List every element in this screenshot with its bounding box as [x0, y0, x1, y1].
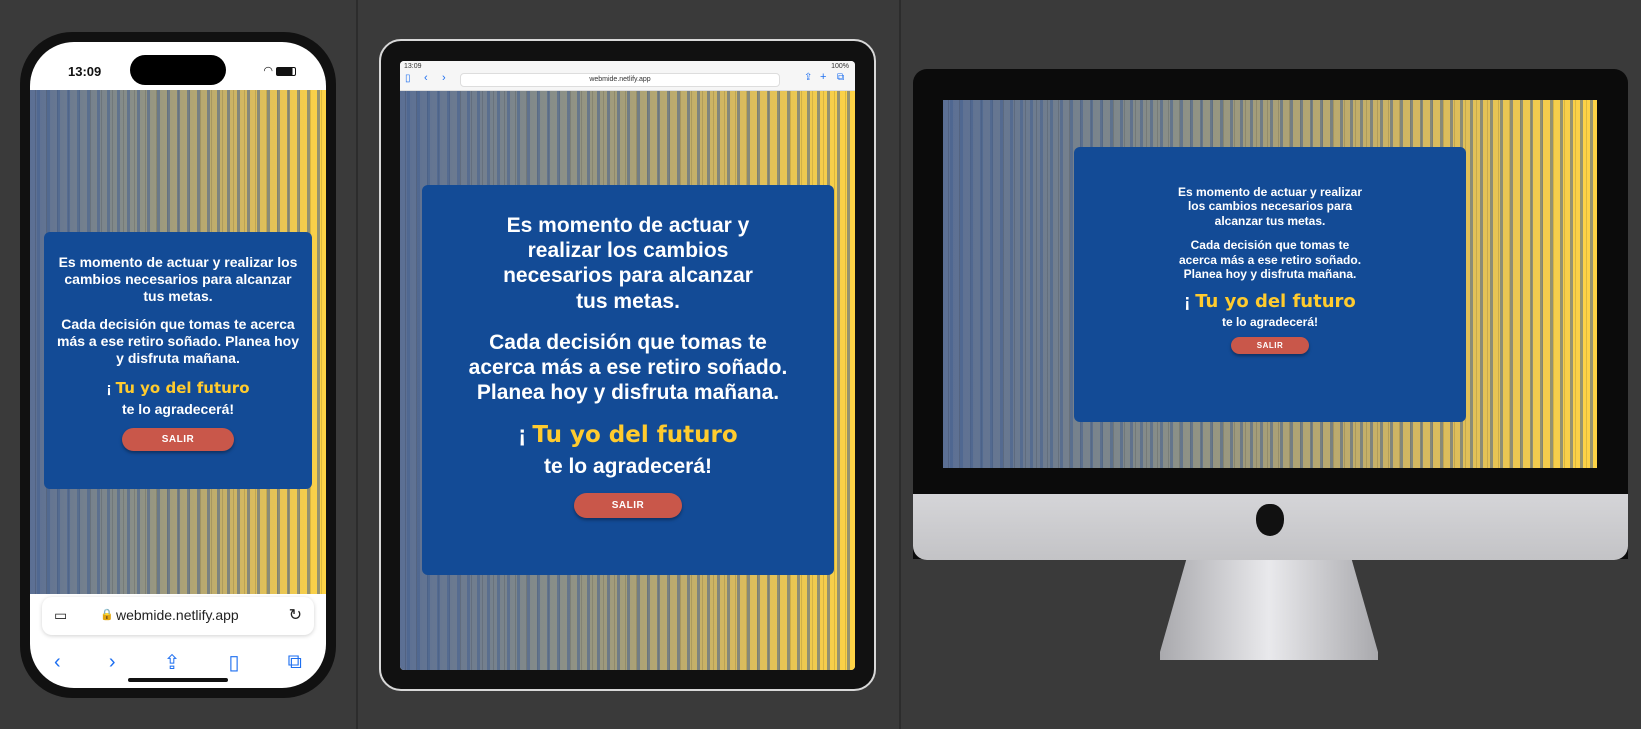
message-line-1: Es momento de actuar y realizar los camb…: [503, 214, 753, 313]
tablet-browser-bar: 13:09 100% ▯ ‹ › webmide.netlify.app ⇪ +…: [400, 61, 855, 91]
exclaim-mark: ¡: [518, 421, 527, 448]
web-viewport: Es momento de actuar y realizar los camb…: [30, 90, 326, 594]
home-indicator: [128, 678, 228, 682]
thanks-text: te lo agradecerá!: [1221, 314, 1319, 329]
web-viewport: Es momento de actuar y realizar los camb…: [943, 100, 1597, 468]
message-card: Es momento de actuar y realizar los camb…: [44, 232, 312, 489]
web-viewport: Es momento de actuar y realizar los camb…: [400, 91, 855, 670]
lock-icon: 🔒: [100, 609, 114, 621]
forward-icon[interactable]: ›: [442, 72, 446, 84]
url-text: webmide.netlify.app: [116, 607, 239, 623]
future-self-heading: Tu yo del futuro: [532, 422, 738, 449]
status-time: 13:09: [68, 64, 102, 79]
wifi-icon: ◠: [263, 65, 273, 77]
future-self-heading: Tu yo del futuro: [1195, 291, 1356, 313]
monitor-stand: [1160, 560, 1378, 660]
message-line-1: Es momento de actuar y realizar los camb…: [58, 254, 298, 304]
phone-screen: 13:09 ◠ Es momento de actuar y realizar …: [30, 42, 326, 688]
message-card: Es momento de actuar y realizar los camb…: [1074, 147, 1466, 422]
message-line-2: Cada decisión que tomas te acerca más a …: [57, 316, 299, 366]
browser-toolbar: ‹ › ⇪ ▯ ⧉: [30, 642, 326, 682]
panel-divider: [899, 0, 901, 729]
reader-icon[interactable]: ▭: [54, 607, 67, 624]
forward-icon[interactable]: ›: [109, 651, 116, 674]
tablet-address-field[interactable]: webmide.netlify.app: [460, 73, 780, 87]
status-icons: ◠: [263, 64, 296, 77]
tablet-screen: 13:09 100% ▯ ‹ › webmide.netlify.app ⇪ +…: [400, 61, 855, 670]
back-icon[interactable]: ‹: [424, 72, 428, 84]
exit-button[interactable]: SALIR: [1230, 337, 1310, 355]
thanks-text: te lo agradecerá!: [121, 400, 235, 417]
share-icon[interactable]: ⇪: [804, 72, 812, 83]
tablet-battery-text: 100%: [831, 63, 849, 70]
back-icon[interactable]: ‹: [54, 651, 61, 674]
message-card: Es momento de actuar y realizar los camb…: [422, 185, 834, 575]
battery-icon: [276, 66, 296, 76]
message-line-2: Cada decisión que tomas te acerca más a …: [1178, 238, 1362, 281]
dynamic-island: [130, 55, 226, 85]
panel-divider: [356, 0, 358, 729]
bookmarks-icon[interactable]: ▯: [228, 650, 239, 675]
thanks-text: te lo agradecerá!: [543, 454, 713, 478]
message-line-2: Cada decisión que tomas te acerca más a …: [468, 330, 788, 405]
exclaim-mark: ¡: [106, 379, 112, 397]
address-bar[interactable]: ▭ 🔒 webmide.netlify.app ↻: [42, 597, 314, 635]
share-icon[interactable]: ⇪: [164, 650, 181, 675]
sidebar-icon[interactable]: ▯: [405, 73, 411, 84]
tabs-icon[interactable]: ⧉: [837, 72, 844, 83]
tablet-status-time: 13:09: [404, 63, 422, 70]
monitor-chin: [913, 494, 1628, 560]
exclaim-mark: ¡: [1184, 291, 1191, 312]
exit-button[interactable]: SALIR: [121, 427, 235, 451]
message-line-1: Es momento de actuar y realizar los camb…: [1177, 185, 1363, 228]
apple-logo-icon: [1256, 504, 1284, 536]
reload-icon[interactable]: ↻: [289, 605, 302, 625]
tabs-icon[interactable]: ⧉: [288, 651, 302, 674]
exit-button[interactable]: SALIR: [573, 493, 683, 519]
future-self-heading: Tu yo del futuro: [115, 378, 250, 397]
new-tab-icon[interactable]: +: [820, 71, 826, 83]
phone-device: 13:09 ◠ Es momento de actuar y realizar …: [20, 32, 336, 698]
tablet-device: 13:09 100% ▯ ‹ › webmide.netlify.app ⇪ +…: [379, 39, 876, 691]
url-text: webmide.netlify.app: [589, 76, 651, 83]
